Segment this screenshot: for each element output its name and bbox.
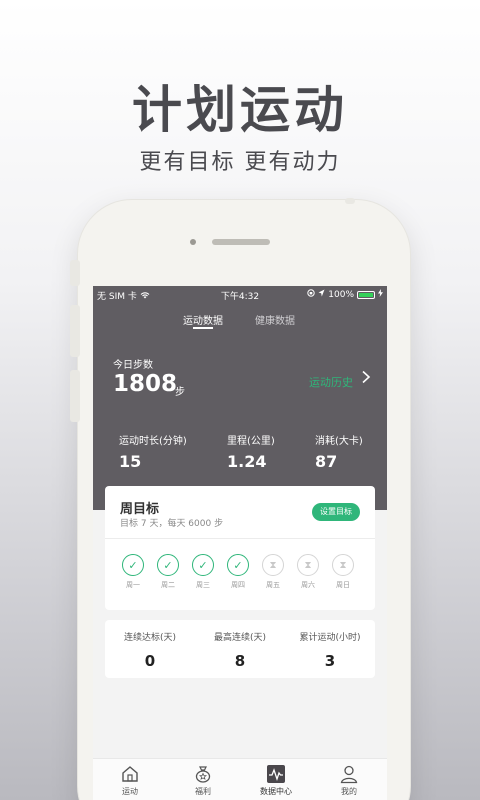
streak-value: 0	[144, 652, 156, 670]
nav-label: 福利	[195, 787, 211, 796]
streak-value: 8	[234, 652, 246, 670]
duration-label: 运动时长(分钟)	[119, 436, 187, 447]
front-camera	[190, 239, 196, 245]
earpiece-speaker	[212, 239, 270, 245]
hourglass-icon: ⧗	[332, 554, 354, 576]
check-icon: ✓	[122, 554, 144, 576]
gift-bag-icon	[192, 763, 214, 785]
user-icon	[338, 763, 360, 785]
nav-label: 运动	[122, 787, 138, 796]
streak-value: 3	[324, 652, 336, 670]
distance-value: 1.24	[227, 452, 267, 471]
divider	[105, 538, 375, 539]
tab-health-data[interactable]: 健康数据	[255, 312, 295, 327]
day-label: 周五	[266, 581, 280, 589]
nav-label: 我的	[341, 787, 357, 796]
nav-data-center[interactable]: 数据中心	[246, 759, 306, 800]
nav-label: 数据中心	[260, 787, 292, 796]
battery-percent: 100%	[328, 289, 354, 300]
day-sunday: ⧗ 周日	[330, 554, 356, 590]
streak-label: 累计运动(小时)	[299, 633, 361, 643]
streak-best: 最高连续(天) 8	[195, 630, 285, 670]
day-label: 周日	[336, 581, 350, 589]
day-tuesday: ✓ 周二	[155, 554, 181, 590]
streak-current: 连续达标(天) 0	[105, 630, 195, 670]
day-monday: ✓ 周一	[120, 554, 146, 590]
app-screen: 无 SIM 卡 下午4:32 100% 运动数据 健康数据 今日步数 1808 …	[93, 286, 387, 800]
check-icon: ✓	[192, 554, 214, 576]
day-label: 周三	[196, 581, 210, 589]
today-steps-value: 1808	[113, 371, 178, 397]
phone-volume-up	[70, 305, 80, 357]
nav-welfare[interactable]: 福利	[173, 759, 233, 800]
active-tab-indicator	[193, 327, 213, 329]
streak-total: 累计运动(小时) 3	[285, 630, 375, 670]
weekly-goal-title: 周目标	[120, 502, 160, 517]
chevron-right-icon[interactable]	[361, 369, 371, 388]
location-icon	[318, 289, 325, 300]
duration-value: 15	[119, 452, 142, 471]
calories-label: 消耗(大卡)	[315, 436, 363, 447]
streak-label: 连续达标(天)	[123, 633, 177, 643]
check-icon: ✓	[157, 554, 179, 576]
charging-icon	[378, 289, 383, 300]
bottom-nav: 运动 福利 数据中心 我的	[93, 758, 387, 800]
phone-volume-down	[70, 370, 80, 422]
hourglass-icon: ⧗	[297, 554, 319, 576]
today-steps-label: 今日步数	[113, 360, 153, 371]
set-goal-button[interactable]: 设置目标	[312, 503, 360, 521]
promo-title: 计划运动	[132, 81, 348, 139]
check-icon: ✓	[227, 554, 249, 576]
day-label: 周一	[126, 581, 140, 589]
day-friday: ⧗ 周五	[260, 554, 286, 590]
week-days: ✓ 周一 ✓ 周二 ✓ 周三 ✓ 周四 ⧗ 周五 ⧗ 周六 ⧗ 周日	[120, 554, 368, 594]
battery-icon	[357, 290, 375, 299]
phone-mute-switch	[70, 260, 80, 286]
steps-unit: 步	[175, 387, 185, 398]
promo-subtitle: 更有目标 更有动力	[139, 150, 341, 175]
tab-bar: 运动数据 健康数据	[93, 312, 387, 332]
day-wednesday: ✓ 周三	[190, 554, 216, 590]
calories-value: 87	[315, 452, 338, 471]
streak-label: 最高连续(天)	[213, 633, 267, 643]
day-label: 周四	[231, 581, 245, 589]
streak-stats-card: 连续达标(天) 0 最高连续(天) 8 累计运动(小时) 3	[105, 620, 375, 678]
lock-rotation-icon	[307, 289, 315, 300]
weekly-goal-description: 目标 7 天，每天 6000 步	[120, 519, 224, 529]
day-label: 周二	[161, 581, 175, 589]
exercise-history-link[interactable]: 运动历史	[309, 374, 353, 390]
tab-motion-data[interactable]: 运动数据	[183, 312, 223, 327]
hourglass-icon: ⧗	[262, 554, 284, 576]
phone-power-button	[345, 198, 355, 204]
distance-label: 里程(公里)	[227, 436, 275, 447]
weekly-goal-card: 周目标 目标 7 天，每天 6000 步 设置目标 ✓ 周一 ✓ 周二 ✓ 周三…	[105, 486, 375, 610]
nav-profile[interactable]: 我的	[319, 759, 379, 800]
day-saturday: ⧗ 周六	[295, 554, 321, 590]
day-label: 周六	[301, 581, 315, 589]
pulse-chart-icon	[265, 763, 287, 785]
nav-exercise[interactable]: 运动	[100, 759, 160, 800]
day-thursday: ✓ 周四	[225, 554, 251, 590]
status-bar: 无 SIM 卡 下午4:32 100%	[93, 286, 387, 302]
home-icon	[119, 763, 141, 785]
